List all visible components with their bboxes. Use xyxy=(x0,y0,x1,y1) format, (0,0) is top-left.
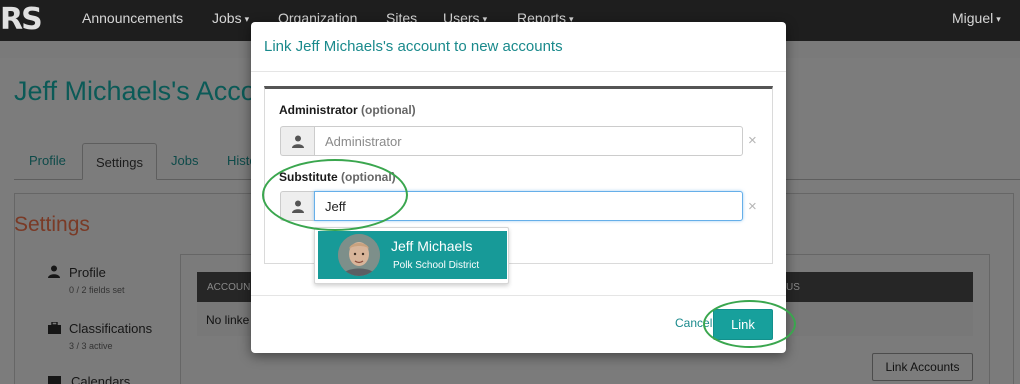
nav-announcements[interactable]: Announcements xyxy=(82,10,183,26)
administrator-input[interactable] xyxy=(314,126,743,156)
briefcase-icon xyxy=(48,321,61,337)
chevron-down-icon: ▾ xyxy=(244,14,250,24)
user-menu[interactable]: Miguel ▾ xyxy=(952,10,1001,26)
suggestion-organization: Polk School District xyxy=(393,260,480,271)
suggestion-name: Jeff Michaels xyxy=(391,238,473,254)
side-link-profile-sub: 0 / 2 fields set xyxy=(69,285,125,295)
autocomplete-dropdown: Jeff Michaels Polk School District xyxy=(314,227,509,284)
calendar-icon xyxy=(48,374,61,384)
clear-substitute-icon[interactable]: × xyxy=(748,198,757,215)
side-link-classifications-sub: 3 / 3 active xyxy=(69,341,113,351)
administrator-input-group xyxy=(280,126,743,156)
link-accounts-button[interactable]: Link Accounts xyxy=(872,353,973,381)
modal-title: Link Jeff Michaels's account to new acco… xyxy=(264,38,563,55)
side-link-classifications[interactable]: Classifications xyxy=(69,321,152,336)
link-button[interactable]: Link xyxy=(713,309,773,340)
user-icon xyxy=(48,265,60,281)
user-icon xyxy=(280,126,314,156)
substitute-label: Substitute (optional) xyxy=(279,170,396,184)
app-logo[interactable]: RS xyxy=(0,2,44,37)
link-accounts-modal: Link Jeff Michaels's account to new acco… xyxy=(251,22,786,353)
tab-settings[interactable]: Settings xyxy=(82,143,157,180)
settings-heading: Settings xyxy=(14,213,90,236)
modal-header: Link Jeff Michaels's account to new acco… xyxy=(251,22,786,72)
side-link-calendars[interactable]: Calendars xyxy=(71,374,130,384)
nav-jobs[interactable]: Jobs ▾ xyxy=(212,10,249,26)
empty-table-text: No linke xyxy=(206,313,250,327)
avatar xyxy=(338,234,380,276)
substitute-input[interactable] xyxy=(314,191,743,221)
modal-footer-divider xyxy=(251,295,786,296)
cancel-button[interactable]: Cancel xyxy=(675,316,712,330)
tab-profile[interactable]: Profile xyxy=(29,153,66,168)
user-icon xyxy=(280,191,314,221)
substitute-input-group xyxy=(280,191,743,221)
side-link-profile[interactable]: Profile xyxy=(69,265,106,280)
suggestion-item[interactable]: Jeff Michaels Polk School District xyxy=(318,231,507,279)
chevron-down-icon: ▾ xyxy=(996,14,1001,24)
clear-administrator-icon[interactable]: × xyxy=(748,132,757,149)
column-header-status: US xyxy=(786,282,800,293)
column-header-account: ACCOUN xyxy=(207,282,251,293)
administrator-label: Administrator (optional) xyxy=(279,103,416,117)
tab-jobs[interactable]: Jobs xyxy=(171,153,198,168)
page-title: Jeff Michaels's Acco xyxy=(14,76,256,106)
